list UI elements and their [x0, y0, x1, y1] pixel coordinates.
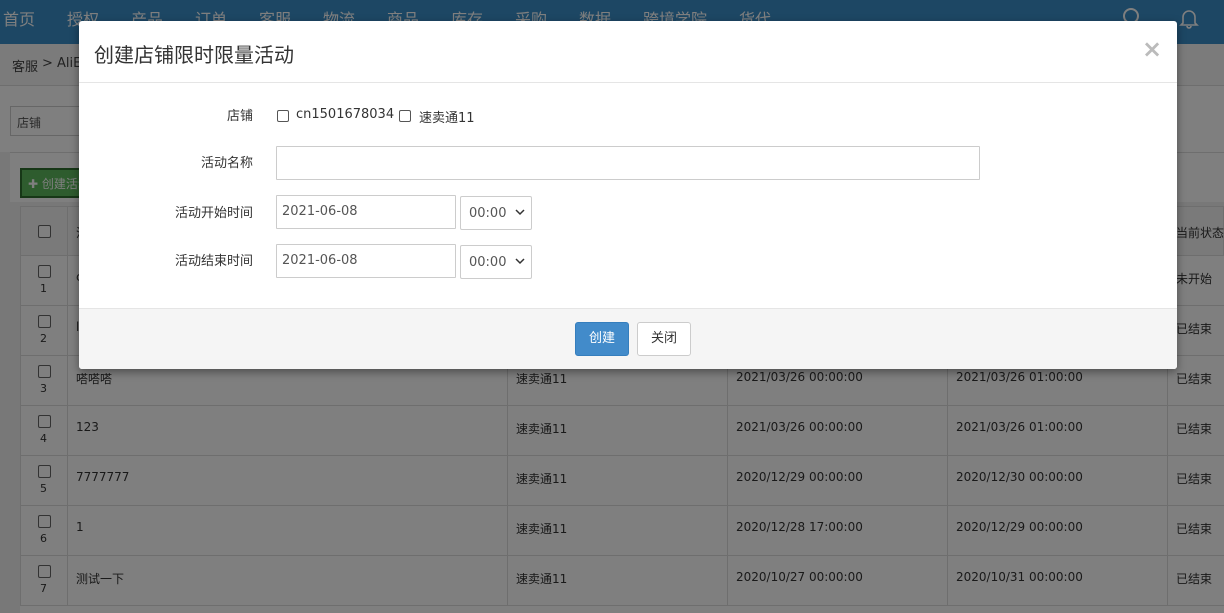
chevron-down-icon [515, 205, 525, 222]
store-checkbox-sumaitong11[interactable] [399, 110, 411, 122]
start-date-input[interactable]: 2021-06-08 [276, 195, 456, 229]
start-time-label: 活动开始时间 [174, 206, 253, 221]
modal-footer: 创建 关闭 [79, 308, 1177, 369]
create-activity-modal: 创建店铺限时限量活动 × 店铺 cn1501678034 速卖通11 活动名称 … [79, 21, 1177, 369]
activity-name-input[interactable] [276, 146, 980, 180]
create-button[interactable]: 创建 [575, 322, 629, 356]
end-date-input[interactable]: 2021-06-08 [276, 244, 456, 278]
store-checkbox-cn1501678034[interactable] [277, 110, 289, 122]
chevron-down-icon [515, 254, 525, 271]
close-button[interactable]: 关闭 [637, 322, 691, 356]
end-time-value: 00:00 [469, 255, 507, 270]
modal-title: 创建店铺限时限量活动 [94, 43, 294, 67]
store-option-label[interactable]: cn1501678034 [296, 107, 394, 122]
store-option-label[interactable]: 速卖通11 [419, 107, 475, 126]
activity-name-label: 活动名称 [200, 156, 253, 171]
end-time-select[interactable]: 00:00 [460, 245, 532, 279]
store-label: 店铺 [226, 109, 253, 124]
close-icon[interactable]: × [1142, 35, 1162, 63]
start-time-select[interactable]: 00:00 [460, 196, 532, 230]
start-time-value: 00:00 [469, 206, 507, 221]
end-time-label: 活动结束时间 [174, 254, 253, 269]
modal-header: 创建店铺限时限量活动 × [79, 21, 1177, 83]
